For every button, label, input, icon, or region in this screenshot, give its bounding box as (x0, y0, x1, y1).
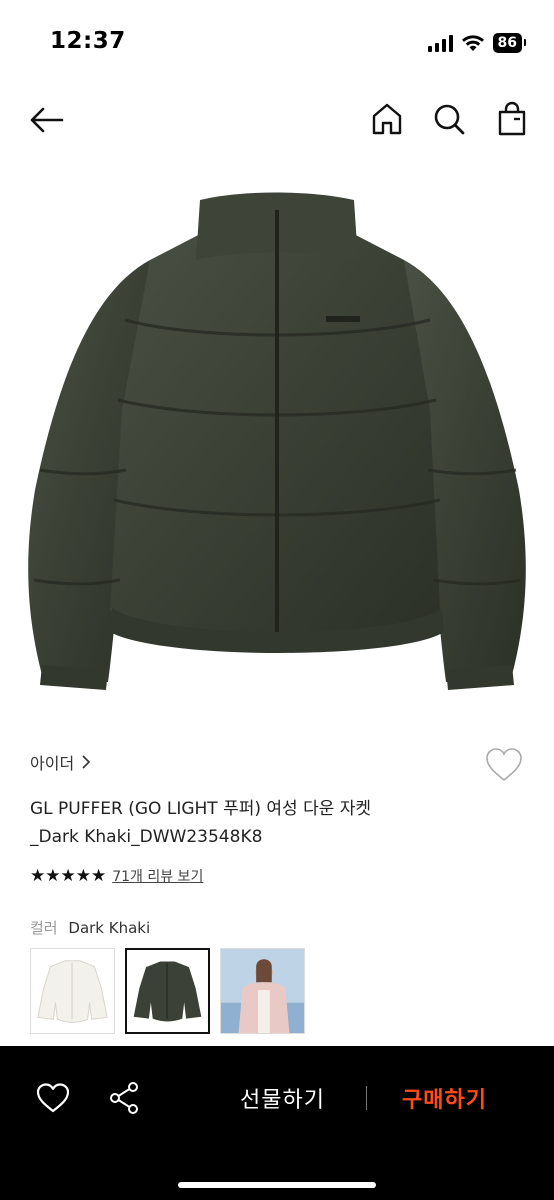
heart-icon[interactable] (36, 1082, 70, 1114)
chevron-right-icon (82, 755, 91, 769)
share-icon[interactable] (108, 1081, 140, 1115)
brand-name: 아이더 (30, 754, 75, 773)
color-swatches (30, 948, 305, 1034)
dark-khaki-puffer-jacket (28, 192, 526, 690)
brand-link[interactable]: 아이더 (30, 750, 92, 774)
color-row: 컬러 Dark Khaki (30, 917, 150, 938)
color-value: Dark Khaki (68, 919, 151, 937)
wishlist-heart-icon[interactable] (484, 746, 524, 784)
home-icon[interactable] (368, 100, 406, 138)
swatch-ivory[interactable] (30, 948, 115, 1034)
home-indicator (178, 1182, 376, 1188)
shopping-bag-icon[interactable] (493, 100, 531, 138)
rating-stars: ★★★★★ (30, 866, 107, 886)
back-arrow-icon[interactable] (26, 100, 66, 140)
status-time: 12:37 (50, 28, 126, 54)
swatch-dark-khaki[interactable] (125, 948, 210, 1034)
status-bar: 12:37 86 (0, 0, 554, 80)
product-image[interactable] (0, 170, 554, 715)
color-label: 컬러 (30, 919, 58, 937)
top-nav-bar (0, 90, 554, 146)
search-icon[interactable] (430, 100, 468, 138)
product-title: GL PUFFER (GO LIGHT 푸퍼) 여성 다운 자켓 _Dark K… (30, 795, 500, 851)
signal-icon (427, 34, 453, 52)
review-link[interactable]: 71개 리뷰 보기 (112, 866, 203, 886)
rating-row: ★★★★★ 71개 리뷰 보기 (30, 866, 203, 886)
bottom-action-bar: 선물하기 구매하기 (0, 1046, 554, 1200)
status-icons: 86 (427, 33, 527, 53)
product-title-line1: GL PUFFER (GO LIGHT 푸퍼) 여성 다운 자켓 (30, 799, 372, 819)
gift-button[interactable]: 선물하기 (240, 1082, 325, 1114)
buy-button[interactable]: 구매하기 (402, 1082, 487, 1114)
battery-icon: 86 (492, 33, 527, 53)
product-title-line2: _Dark Khaki_DWW23548K8 (30, 827, 263, 847)
divider (366, 1086, 367, 1110)
wifi-icon (461, 35, 484, 51)
swatch-pink-model[interactable] (220, 948, 305, 1034)
